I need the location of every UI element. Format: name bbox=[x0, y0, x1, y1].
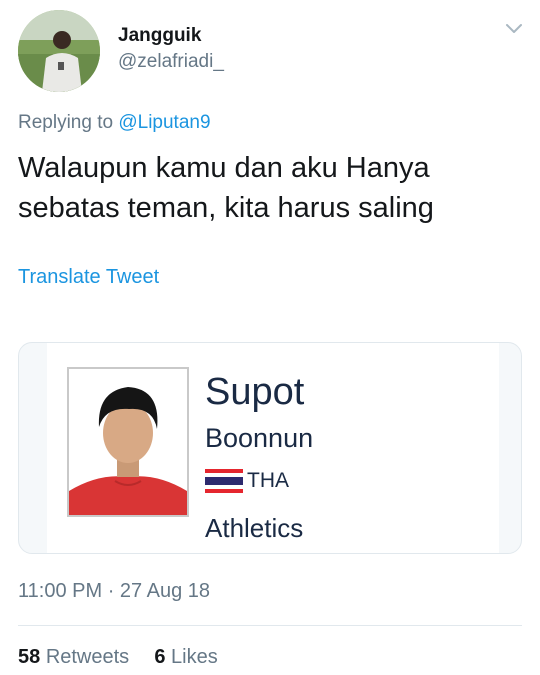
athlete-country: THA bbox=[205, 469, 289, 493]
tweet-date: 27 Aug 18 bbox=[119, 580, 211, 602]
thailand-flag-icon bbox=[205, 469, 243, 493]
athlete-card: Supot Boonnun THA Athletics bbox=[47, 343, 499, 553]
likes-stat[interactable]: 6 Likes bbox=[154, 646, 217, 668]
chevron-down-icon[interactable] bbox=[504, 22, 524, 36]
tweet-text: Walaupun kamu dan aku Hanya sebatas tema… bbox=[18, 148, 518, 228]
tweet-time: 11:00 PM bbox=[18, 580, 103, 602]
tweet-header: Jangguik @zelafriadi_ bbox=[18, 10, 528, 92]
media-card[interactable]: Supot Boonnun THA Athletics bbox=[18, 342, 522, 554]
retweets-count: 58 bbox=[18, 646, 41, 668]
retweets-stat[interactable]: 58 Retweets bbox=[18, 646, 135, 668]
replying-to: Replying to @Liputan9 bbox=[18, 112, 211, 134]
user-handle[interactable]: @zelafriadi_ bbox=[118, 48, 224, 76]
display-name[interactable]: Jangguik bbox=[118, 24, 224, 48]
timestamp-separator: · bbox=[107, 580, 115, 602]
translate-tweet-link[interactable]: Translate Tweet bbox=[18, 266, 159, 289]
tweet-text-line: sebatas teman, kita harus saling bbox=[18, 192, 434, 224]
divider bbox=[18, 625, 522, 626]
avatar[interactable] bbox=[18, 10, 100, 92]
replying-to-label: Replying to bbox=[18, 112, 114, 133]
reply-mention-link[interactable]: @Liputan9 bbox=[118, 112, 210, 133]
athlete-photo bbox=[67, 367, 189, 517]
avatar-image bbox=[18, 10, 100, 92]
athlete-last-name: Boonnun bbox=[205, 423, 314, 453]
tweet-timestamp[interactable]: 11:00 PM · 27 Aug 18 bbox=[18, 580, 210, 603]
tweet-stats: 58 Retweets 6 Likes bbox=[18, 646, 218, 669]
likes-label: Likes bbox=[171, 646, 218, 668]
likes-count: 6 bbox=[154, 646, 166, 668]
country-code: THA bbox=[247, 469, 289, 492]
athlete-sport: Athletics bbox=[205, 513, 304, 543]
retweets-label: Retweets bbox=[45, 646, 130, 668]
tweet-text-line: Walaupun kamu dan aku Hanya bbox=[18, 152, 430, 184]
athlete-first-name: Supot bbox=[205, 371, 305, 413]
